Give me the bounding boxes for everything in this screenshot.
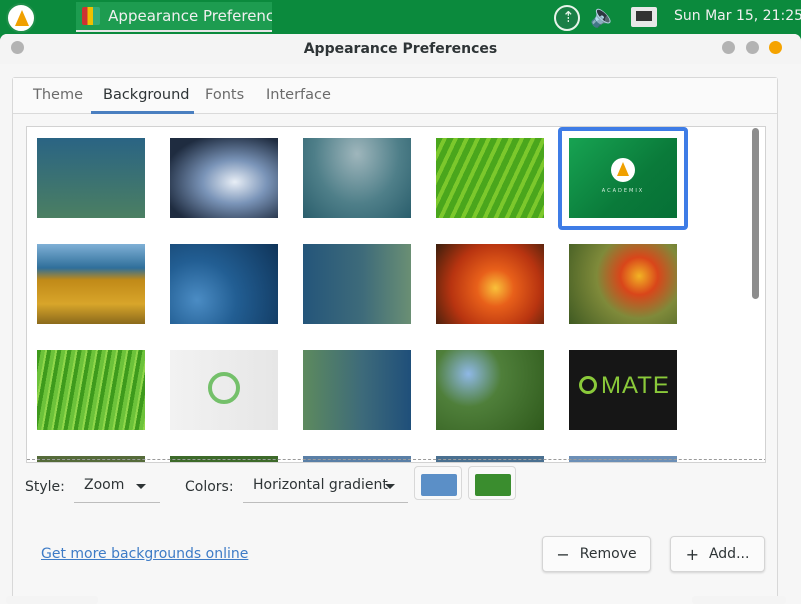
wallpaper-thumbnail[interactable] — [170, 244, 278, 324]
add-button[interactable]: + Add... — [670, 536, 765, 572]
titlebar[interactable]: Appearance Preferences — [0, 34, 801, 64]
wallpaper-thumbnail[interactable] — [436, 350, 544, 430]
wallpaper-thumbnail[interactable] — [303, 350, 411, 430]
colors-label: Colors: — [185, 479, 234, 495]
tab-theme[interactable]: Theme — [33, 87, 83, 103]
clock[interactable]: Sun Mar 15, 21:25 — [674, 8, 801, 24]
colors-combo[interactable]: Horizontal gradient — [243, 471, 408, 503]
taskbar-label: Appearance Preferenc... — [108, 7, 272, 25]
mate-logo-icon — [579, 376, 597, 394]
scrollbar-thumb[interactable] — [752, 128, 759, 299]
wallpaper-thumbnail[interactable] — [436, 138, 544, 218]
minimize-button[interactable] — [722, 41, 735, 54]
wallpaper-thumbnail[interactable]: MATE — [569, 350, 677, 430]
tab-active-indicator — [91, 111, 194, 114]
top-panel: Appearance Preferenc... 🔈 Sun Mar 15, 21… — [0, 0, 801, 34]
selection-highlight — [558, 127, 688, 230]
taskbar-appearance-button[interactable]: Appearance Preferenc... — [76, 2, 272, 32]
tab-background[interactable]: Background — [103, 87, 190, 103]
row-divider — [27, 459, 765, 460]
mate-logo-icon — [208, 372, 240, 404]
background-grid[interactable]: ACADEMIX MATE — [26, 126, 766, 463]
menu-logo-icon[interactable] — [6, 3, 36, 33]
colors-value: Horizontal gradient — [253, 477, 388, 493]
update-icon[interactable] — [554, 5, 580, 31]
mate-label: MATE — [601, 372, 670, 399]
appearance-app-icon — [82, 7, 101, 25]
primary-color-button[interactable] — [414, 466, 462, 500]
network-icon[interactable] — [631, 7, 657, 27]
style-value: Zoom — [84, 477, 125, 493]
window-menu-icon[interactable] — [11, 41, 24, 54]
chevron-down-icon — [385, 484, 395, 489]
more-backgrounds-link[interactable]: Get more backgrounds online — [41, 546, 248, 562]
wallpaper-thumbnail[interactable] — [37, 138, 145, 218]
wallpaper-thumbnail[interactable] — [170, 350, 278, 430]
style-combo[interactable]: Zoom — [74, 471, 160, 503]
plus-icon: + — [685, 544, 699, 564]
close-button[interactable] — [769, 41, 782, 54]
notebook: Theme Background Fonts Interface ACADEMI… — [12, 77, 778, 604]
wallpaper-thumbnail[interactable] — [569, 244, 677, 324]
tab-fonts[interactable]: Fonts — [205, 87, 244, 103]
wallpaper-thumbnail[interactable] — [303, 138, 411, 218]
close-dialog-button-edge[interactable] — [692, 596, 786, 604]
remove-button[interactable]: − Remove — [542, 536, 651, 572]
tab-bar: Theme Background Fonts Interface — [13, 78, 777, 114]
add-label: Add... — [708, 546, 750, 562]
secondary-color-button[interactable] — [468, 466, 516, 500]
secondary-color-swatch — [475, 474, 511, 496]
wallpaper-thumbnail[interactable] — [436, 244, 544, 324]
remove-label: Remove — [579, 546, 637, 562]
wallpaper-thumbnail[interactable] — [303, 244, 411, 324]
primary-color-swatch — [421, 474, 457, 496]
volume-icon[interactable]: 🔈 — [590, 4, 617, 29]
tab-interface[interactable]: Interface — [266, 87, 331, 103]
maximize-button[interactable] — [746, 41, 759, 54]
help-button-edge[interactable] — [6, 596, 98, 604]
wallpaper-thumbnail[interactable] — [37, 350, 145, 430]
minus-icon: − — [556, 544, 570, 564]
style-label: Style: — [25, 479, 65, 495]
wallpaper-thumbnail[interactable] — [37, 244, 145, 324]
appearance-window: Appearance Preferences Theme Background … — [0, 34, 801, 604]
chevron-down-icon — [136, 484, 146, 489]
window-title: Appearance Preferences — [303, 41, 498, 57]
wallpaper-thumbnail[interactable] — [170, 138, 278, 218]
